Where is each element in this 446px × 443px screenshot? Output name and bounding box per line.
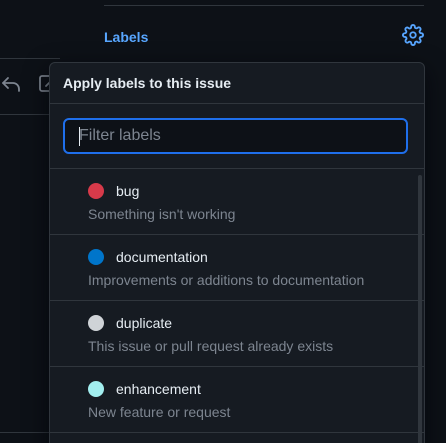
label-name: bug — [116, 183, 140, 199]
issue-page: Labels Apply labels to this issue bug So… — [0, 0, 446, 443]
dropdown-title: Apply labels to this issue — [50, 63, 424, 104]
label-item-documentation[interactable]: documentation Improvements or additions … — [50, 235, 424, 301]
reply-icon[interactable] — [0, 72, 22, 94]
label-item-bug[interactable]: bug Something isn't working — [50, 169, 424, 235]
label-description: Improvements or additions to documentati… — [88, 272, 365, 288]
labels-dropdown: Apply labels to this issue bug Something… — [49, 62, 425, 443]
label-color-dot — [88, 315, 104, 331]
label-color-dot — [88, 249, 104, 265]
label-item-duplicate[interactable]: duplicate This issue or pull request alr… — [50, 301, 424, 367]
sidebar-divider — [104, 5, 424, 6]
text-cursor — [79, 127, 80, 146]
label-name: documentation — [116, 249, 208, 265]
filter-labels-input[interactable] — [63, 118, 408, 154]
label-description: This issue or pull request already exist… — [88, 338, 334, 354]
filter-section — [50, 104, 424, 169]
label-name: duplicate — [116, 315, 173, 331]
label-description: New feature or request — [88, 404, 231, 420]
labels-heading[interactable]: Labels — [104, 29, 148, 45]
list-scrollbar[interactable] — [418, 175, 422, 443]
label-description: Something isn't working — [88, 206, 236, 222]
label-color-dot — [88, 381, 104, 397]
label-item-enhancement[interactable]: enhancement New feature or request — [50, 367, 424, 433]
label-name: enhancement — [116, 381, 201, 397]
labels-list: bug Something isn't working documentatio… — [50, 169, 424, 433]
label-color-dot — [88, 183, 104, 199]
gear-icon[interactable] — [402, 24, 424, 46]
